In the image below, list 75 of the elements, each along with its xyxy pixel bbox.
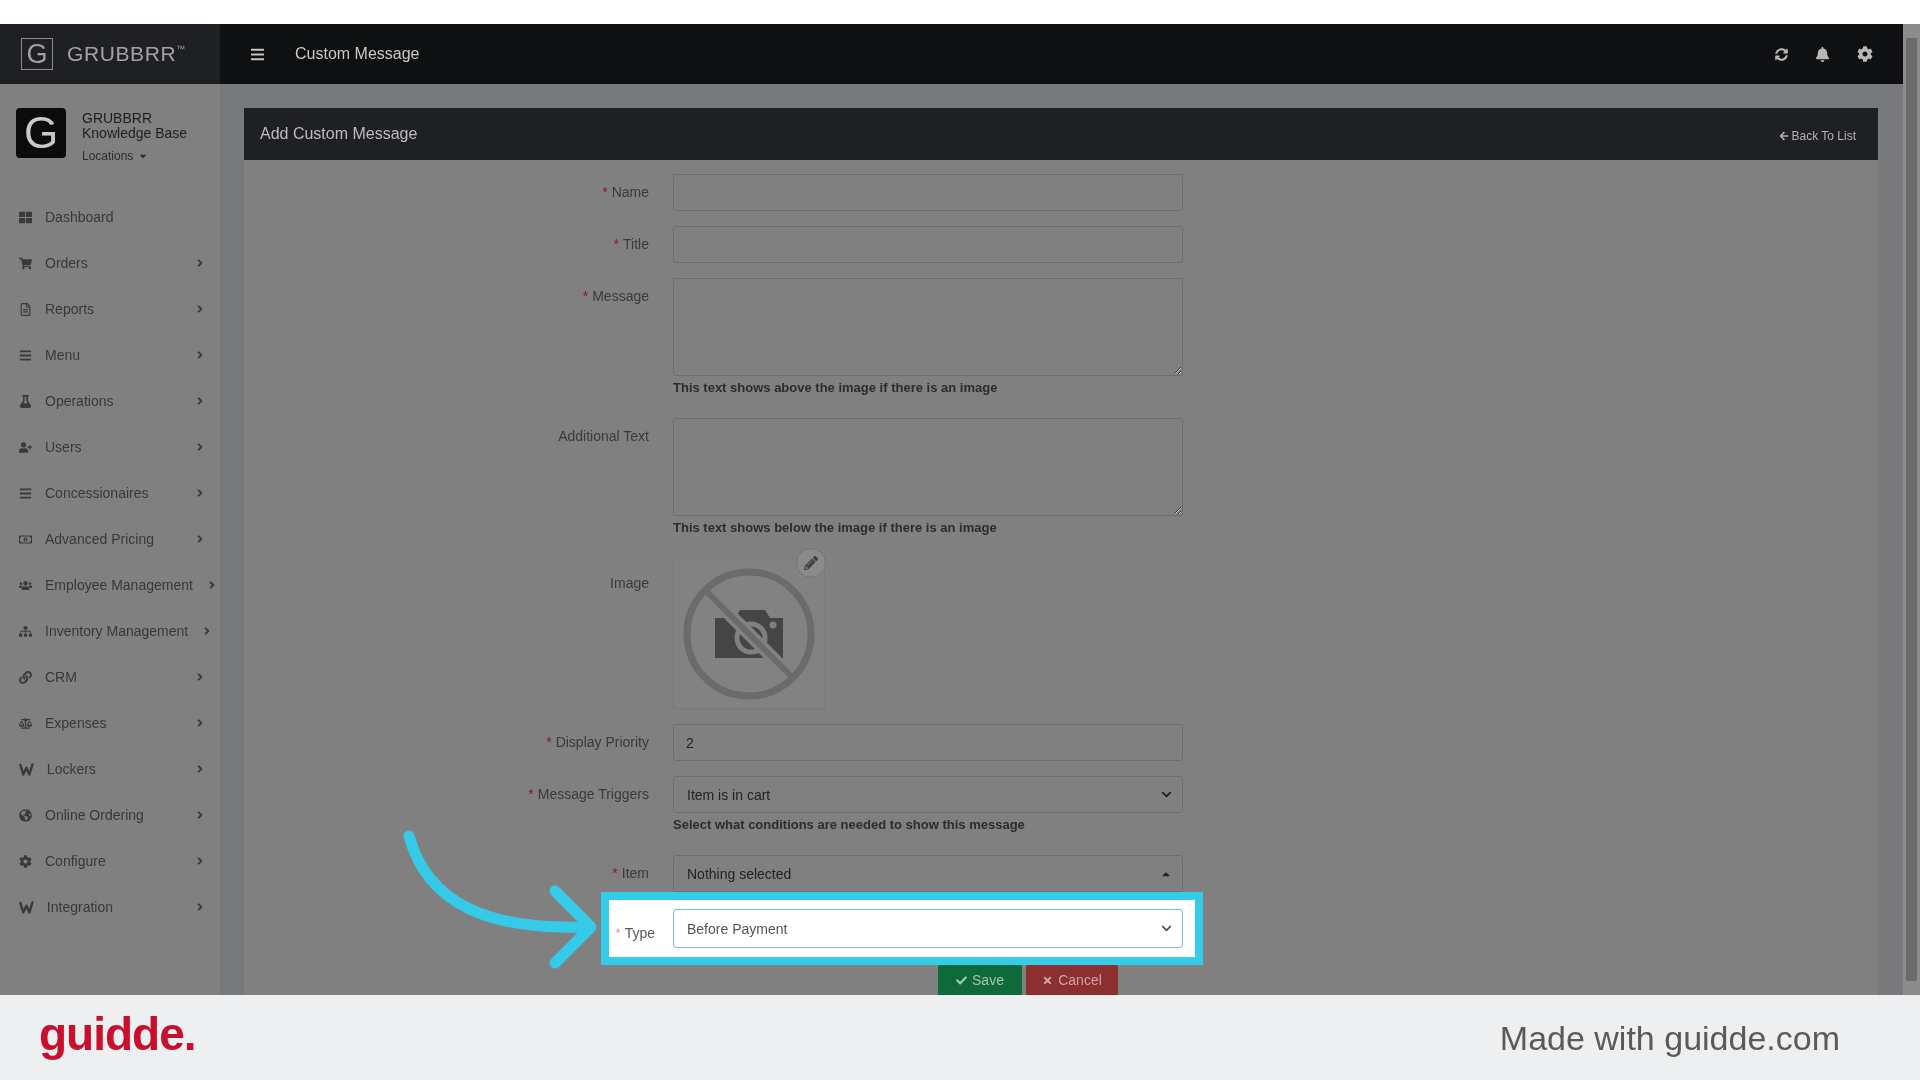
add-user-icon — [19, 440, 32, 454]
check-icon — [956, 974, 968, 986]
x-icon — [1042, 974, 1054, 986]
field-label: * Type — [614, 923, 655, 942]
field-label: * Name — [601, 183, 649, 201]
list-icon — [19, 486, 32, 500]
help-text: Select what conditions are needed to show this message — [673, 816, 1026, 834]
chevron-down-icon — [1161, 789, 1172, 800]
credit-text: Made with guidde.com — [1499, 1019, 1840, 1058]
list-icon — [19, 348, 32, 362]
sidebar-item[interactable]: Integration — [0, 884, 220, 930]
users-icon — [19, 578, 32, 592]
grid-icon — [19, 210, 32, 224]
field-label: * Title — [612, 235, 649, 253]
page-title: Custom Message — [295, 45, 420, 63]
globe-icon — [19, 808, 32, 822]
help-text: This text shows below the image if there is an image — [673, 519, 998, 537]
select-field[interactable]: Item is in cart — [673, 776, 1183, 813]
menu-icon[interactable] — [250, 46, 265, 62]
sidebar-item[interactable]: Dashboard — [0, 194, 220, 240]
brand-name: GRUBBRR$^{™}$ — [67, 42, 186, 66]
sidebar-item[interactable]: Menu — [0, 332, 220, 378]
flask-icon — [19, 394, 32, 408]
brand-logo: guidde. — [39, 1006, 196, 1061]
text-field[interactable]: 2 — [673, 724, 1183, 761]
field-label: * Message — [581, 287, 649, 305]
crossed-camera-icon — [683, 567, 815, 700]
hierarchy-icon — [19, 624, 32, 638]
locations-dropdown[interactable]: Locations — [82, 149, 149, 163]
field-label: Additional Text — [557, 427, 649, 445]
pencil-icon — [804, 556, 818, 570]
settings-icon[interactable] — [1857, 46, 1873, 62]
panel-title: Add Custom Message — [260, 125, 418, 143]
scale-icon — [19, 716, 32, 730]
sidebar-item[interactable]: CRM — [0, 654, 220, 700]
account-name: GRUBBRR Knowledge Base — [82, 111, 189, 141]
text-area[interactable] — [673, 418, 1183, 516]
dropdown-field[interactable]: Nothing selected — [673, 855, 1183, 892]
cancel-button[interactable]: Cancel — [1026, 965, 1118, 995]
sidebar-item[interactable]: Configure — [0, 838, 220, 884]
sidebar-item[interactable]: Users — [0, 424, 220, 470]
sidebar-item[interactable]: Concessionaires — [0, 470, 220, 516]
edit-button[interactable] — [796, 548, 826, 578]
refresh-icon[interactable] — [1775, 47, 1788, 61]
back-link[interactable]: Back To List — [1778, 128, 1856, 143]
sidebar-item[interactable]: Expenses — [0, 700, 220, 746]
arrow-left-icon — [1778, 130, 1789, 141]
sidebar-item[interactable]: Inventory Management — [0, 608, 220, 654]
field-label: * Display Priority — [545, 733, 649, 751]
sidebar-item[interactable]: Orders — [0, 240, 220, 286]
sidebar-item[interactable]: Advanced Pricing — [0, 516, 220, 562]
zigzag-icon — [19, 762, 34, 776]
field-label: Image — [609, 574, 649, 592]
select-field[interactable]: Before Payment — [673, 909, 1183, 948]
logo: G — [21, 38, 53, 70]
sidebar-item[interactable]: Employee Management — [0, 562, 220, 608]
bell-icon[interactable] — [1815, 46, 1830, 62]
cart-icon — [19, 256, 32, 270]
sidebar-item[interactable]: Lockers — [0, 746, 220, 792]
scrollbar-thumb[interactable] — [1906, 38, 1917, 981]
sidebar-item[interactable]: Operations — [0, 378, 220, 424]
gear-icon — [19, 854, 32, 868]
document-icon — [19, 302, 32, 316]
link-icon — [19, 670, 32, 684]
scrollbar[interactable] — [1903, 24, 1920, 995]
profile-logo: G — [16, 108, 66, 158]
sidebar-item[interactable]: Online Ordering — [0, 792, 220, 838]
chevron-down-icon — [1161, 923, 1172, 934]
help-text: This text shows above the image if there is an image — [673, 379, 999, 397]
field-label: * Item — [611, 864, 649, 882]
sidebar-item[interactable]: Reports — [0, 286, 220, 332]
zigzag-icon — [19, 900, 34, 914]
field-label: * Message Triggers — [527, 785, 649, 803]
text-area[interactable] — [673, 278, 1183, 376]
save-button[interactable]: Save — [938, 965, 1022, 995]
